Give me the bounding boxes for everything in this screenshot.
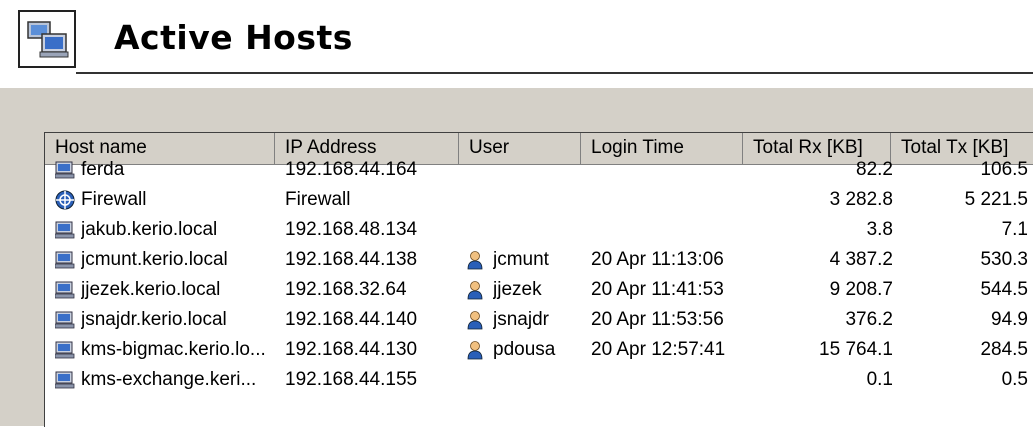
ip-address-cell: 192.168.44.138 [285, 249, 418, 270]
user-icon [465, 310, 485, 330]
host-name-cell: kms-bigmac.kerio.lo... [81, 339, 266, 360]
login-time-cell [591, 155, 741, 185]
user-cell: jjezek [493, 279, 542, 300]
login-time-cell: 20 Apr 11:53:56 [591, 309, 724, 330]
total-rx-cell: 0.1 [866, 369, 893, 390]
total-rx-cell: 3 282.8 [829, 189, 893, 210]
table-row[interactable]: jjezek.kerio.local 192.168.32.64 jjezek 20 … [45, 275, 1033, 305]
total-tx-cell: 530.3 [980, 249, 1028, 270]
host-name-cell: jjezek.kerio.local [81, 279, 221, 300]
total-rx-cell: 15 764.1 [819, 339, 893, 360]
computer-icon [54, 220, 75, 240]
page-title: Active Hosts [114, 18, 353, 57]
host-name-cell: Firewall [81, 189, 147, 210]
computer-icon [54, 160, 75, 180]
computer-icon [54, 280, 75, 300]
user-cell: jsnajdr [493, 309, 549, 330]
total-tx-cell: 94.9 [991, 309, 1028, 330]
total-tx-cell: 5 221.5 [964, 189, 1028, 210]
firewall-icon [55, 190, 75, 210]
total-tx-cell: 106.5 [980, 159, 1028, 180]
total-rx-cell: 3.8 [866, 219, 893, 240]
user-icon [465, 280, 485, 300]
user-cell: pdousa [493, 339, 556, 360]
host-name-cell: jsnajdr.kerio.local [81, 309, 227, 330]
login-time-cell [591, 365, 741, 395]
ip-address-cell: 192.168.44.130 [285, 339, 418, 360]
total-tx-cell: 0.5 [1001, 369, 1028, 390]
table-row[interactable]: kms-bigmac.kerio.lo... 192.168.44.130 pdou… [45, 335, 1033, 365]
computer-icon [54, 370, 75, 390]
total-rx-cell: 4 387.2 [829, 249, 893, 270]
total-rx-cell: 376.2 [845, 309, 893, 330]
table-row[interactable]: Firewall Firewall 3 282.8 5 221.5 [45, 185, 1033, 215]
login-time-cell: 20 Apr 11:13:06 [591, 249, 724, 270]
ip-address-cell: 192.168.32.64 [285, 279, 407, 300]
computers-icon [18, 10, 76, 68]
user-cell [493, 215, 583, 245]
user-icon [465, 340, 485, 360]
total-rx-cell: 9 208.7 [829, 279, 893, 300]
title-divider [76, 72, 1033, 74]
table-row[interactable]: ferda 192.168.44.164 82.2 106.5 [45, 155, 1033, 185]
host-name-cell: jcmunt.kerio.local [81, 249, 228, 270]
user-cell [493, 185, 583, 215]
user-cell [493, 365, 583, 395]
total-rx-cell: 82.2 [856, 159, 893, 180]
user-cell: jcmunt [493, 249, 549, 270]
host-name-cell: ferda [81, 159, 125, 180]
computer-icon [54, 310, 75, 330]
ip-address-cell: Firewall [285, 189, 351, 210]
table-row[interactable]: kms-exchange.keri... 192.168.44.155 0.1 0.5 [45, 365, 1033, 395]
ip-address-cell: 192.168.48.134 [285, 219, 418, 240]
table-row[interactable]: jakub.kerio.local 192.168.48.134 3.8 7.1 [45, 215, 1033, 245]
computer-icon [54, 340, 75, 360]
table-row[interactable]: jcmunt.kerio.local 192.168.44.138 jcmunt 20… [45, 245, 1033, 275]
total-tx-cell: 284.5 [980, 339, 1028, 360]
total-tx-cell: 544.5 [980, 279, 1028, 300]
active-hosts-table: Host name IP Address User Login Time Tot… [44, 132, 1033, 427]
total-tx-cell: 7.1 [1001, 219, 1028, 240]
login-time-cell [591, 185, 741, 215]
host-name-cell: kms-exchange.keri... [81, 369, 257, 390]
ip-address-cell: 192.168.44.164 [285, 159, 418, 180]
user-cell [493, 155, 583, 185]
ip-address-cell: 192.168.44.155 [285, 369, 418, 390]
table-row[interactable]: jsnajdr.kerio.local 192.168.44.140 jsnajdr… [45, 305, 1033, 335]
host-name-cell: jakub.kerio.local [81, 219, 218, 240]
ip-address-cell: 192.168.44.140 [285, 309, 418, 330]
login-time-cell: 20 Apr 11:41:53 [591, 279, 724, 300]
user-icon [465, 250, 485, 270]
login-time-cell: 20 Apr 12:57:41 [591, 339, 726, 360]
computer-icon [54, 250, 75, 270]
login-time-cell [591, 215, 741, 245]
